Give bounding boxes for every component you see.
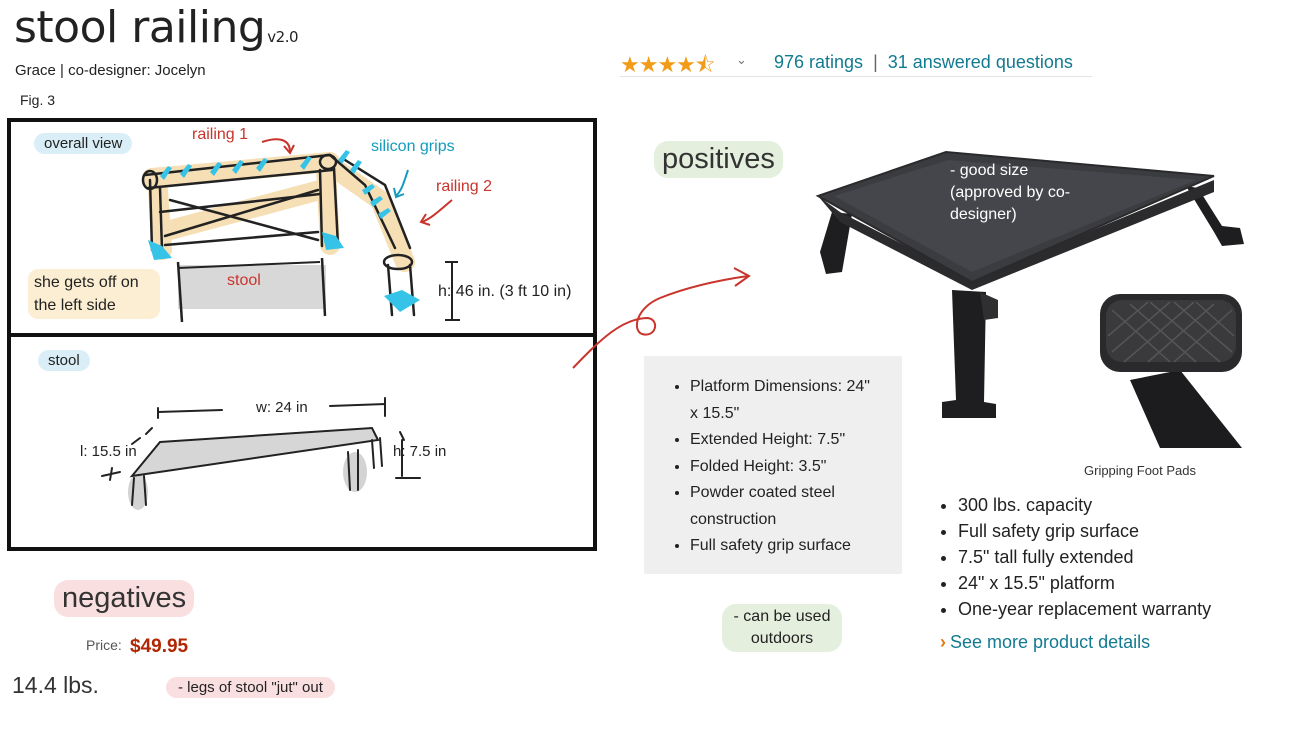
feature-item: 24" x 15.5" platform	[958, 570, 1211, 596]
feature-item: 7.5" tall fully extended	[958, 544, 1211, 570]
see-more-link[interactable]: › See more product details	[940, 632, 1150, 653]
feature-item: Full safety grip surface	[958, 518, 1211, 544]
feature-item: 300 lbs. capacity	[958, 492, 1211, 518]
negatives-heading: negatives	[54, 580, 195, 617]
chevron-right-icon: ›	[940, 632, 946, 652]
price-value: $49.95	[130, 636, 189, 657]
outdoors-note: - can be used outdoors	[722, 604, 842, 652]
foot-pads-caption: Gripping Foot Pads	[1084, 463, 1197, 478]
spec-item: Powder coated steel construction	[690, 480, 880, 533]
feature-item: One-year replacement warranty	[958, 596, 1211, 622]
good-size-note: - good size (approved by co-designer)	[950, 162, 1071, 223]
legs-jut-note: - legs of stool "jut" out	[166, 677, 335, 698]
see-more-text[interactable]: See more product details	[950, 632, 1150, 652]
spec-item: Extended Height: 7.5"	[690, 427, 880, 454]
price-label: Price:	[86, 637, 122, 653]
features-list: 300 lbs. capacity Full safety grip surfa…	[938, 492, 1211, 622]
specs-box: Platform Dimensions: 24" x 15.5" Extende…	[644, 356, 902, 574]
spec-item: Folded Height: 3.5"	[690, 454, 880, 481]
weight-value: 14.4 lbs.	[12, 672, 99, 698]
spec-item: Full safety grip surface	[690, 533, 880, 560]
specs-list: Platform Dimensions: 24" x 15.5" Extende…	[644, 356, 880, 560]
spec-item: Platform Dimensions: 24" x 15.5"	[690, 374, 880, 427]
